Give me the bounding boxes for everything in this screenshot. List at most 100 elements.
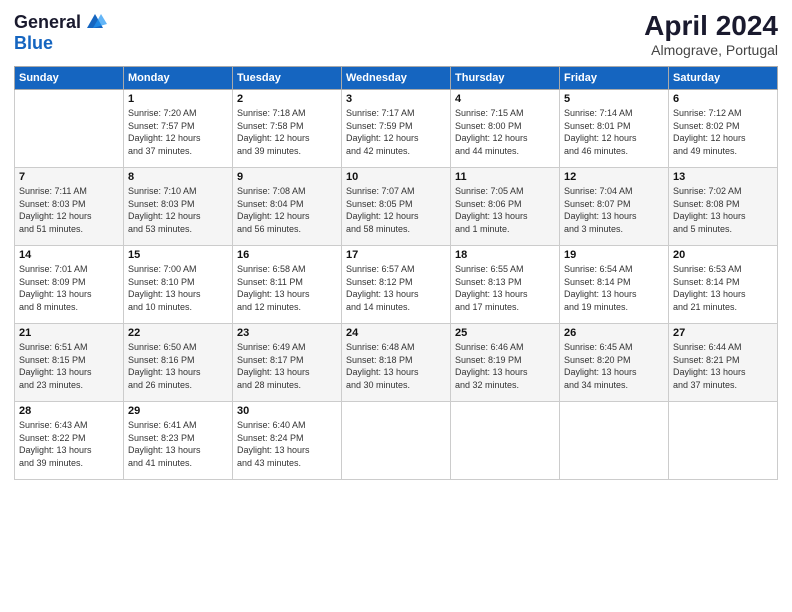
day-cell: 22 Sunrise: 6:50 AM Sunset: 8:16 PM Dayli…	[124, 324, 233, 402]
day-info: Sunrise: 6:54 AM Sunset: 8:14 PM Dayligh…	[564, 263, 664, 313]
day-number: 27	[673, 327, 773, 339]
day-number: 7	[19, 171, 119, 183]
day-cell	[451, 402, 560, 480]
day-cell: 11 Sunrise: 7:05 AM Sunset: 8:06 PM Dayli…	[451, 168, 560, 246]
logo-blue: Blue	[14, 33, 53, 53]
day-cell: 7 Sunrise: 7:11 AM Sunset: 8:03 PM Daylig…	[15, 168, 124, 246]
day-info: Sunrise: 7:00 AM Sunset: 8:10 PM Dayligh…	[128, 263, 228, 313]
day-number: 23	[237, 327, 337, 339]
day-info: Sunrise: 7:02 AM Sunset: 8:08 PM Dayligh…	[673, 185, 773, 235]
day-info: Sunrise: 7:15 AM Sunset: 8:00 PM Dayligh…	[455, 107, 555, 157]
day-info: Sunrise: 7:08 AM Sunset: 8:04 PM Dayligh…	[237, 185, 337, 235]
column-header-sunday: Sunday	[15, 67, 124, 90]
day-number: 21	[19, 327, 119, 339]
day-info: Sunrise: 7:18 AM Sunset: 7:58 PM Dayligh…	[237, 107, 337, 157]
day-number: 28	[19, 405, 119, 417]
day-cell: 18 Sunrise: 6:55 AM Sunset: 8:13 PM Dayli…	[451, 246, 560, 324]
day-number: 19	[564, 249, 664, 261]
day-number: 26	[564, 327, 664, 339]
day-info: Sunrise: 7:01 AM Sunset: 8:09 PM Dayligh…	[19, 263, 119, 313]
day-cell: 28Sunrise: 6:43 AM Sunset: 8:22 PM Dayli…	[15, 402, 124, 480]
main-title: April 2024	[644, 10, 778, 42]
day-number: 22	[128, 327, 228, 339]
day-number: 1	[128, 93, 228, 105]
day-number: 11	[455, 171, 555, 183]
column-header-tuesday: Tuesday	[233, 67, 342, 90]
day-cell: 8 Sunrise: 7:10 AM Sunset: 8:03 PM Daylig…	[124, 168, 233, 246]
day-cell: 23Sunrise: 6:49 AM Sunset: 8:17 PM Dayli…	[233, 324, 342, 402]
column-header-saturday: Saturday	[669, 67, 778, 90]
day-cell: 26 Sunrise: 6:45 AM Sunset: 8:20 PM Dayli…	[560, 324, 669, 402]
day-number: 17	[346, 249, 446, 261]
day-info: Sunrise: 6:45 AM Sunset: 8:20 PM Dayligh…	[564, 341, 664, 391]
day-number: 20	[673, 249, 773, 261]
day-cell: 15Sunrise: 7:00 AM Sunset: 8:10 PM Dayli…	[124, 246, 233, 324]
day-cell: 21 Sunrise: 6:51 AM Sunset: 8:15 PM Dayli…	[15, 324, 124, 402]
day-number: 12	[564, 171, 664, 183]
day-info: Sunrise: 7:11 AM Sunset: 8:03 PM Dayligh…	[19, 185, 119, 235]
day-cell	[15, 90, 124, 168]
column-header-friday: Friday	[560, 67, 669, 90]
day-cell: 24 Sunrise: 6:48 AM Sunset: 8:18 PM Dayli…	[342, 324, 451, 402]
day-cell: 29 Sunrise: 6:41 AM Sunset: 8:23 PM Dayli…	[124, 402, 233, 480]
day-info: Sunrise: 6:50 AM Sunset: 8:16 PM Dayligh…	[128, 341, 228, 391]
day-number: 14	[19, 249, 119, 261]
logo-icon	[83, 10, 107, 34]
day-info: Sunrise: 7:10 AM Sunset: 8:03 PM Dayligh…	[128, 185, 228, 235]
day-info: Sunrise: 7:07 AM Sunset: 8:05 PM Dayligh…	[346, 185, 446, 235]
day-info: Sunrise: 7:14 AM Sunset: 8:01 PM Dayligh…	[564, 107, 664, 157]
day-cell	[560, 402, 669, 480]
day-number: 8	[128, 171, 228, 183]
day-cell	[669, 402, 778, 480]
day-info: Sunrise: 6:46 AM Sunset: 8:19 PM Dayligh…	[455, 341, 555, 391]
day-info: Sunrise: 7:12 AM Sunset: 8:02 PM Dayligh…	[673, 107, 773, 157]
day-info: Sunrise: 7:20 AM Sunset: 7:57 PM Dayligh…	[128, 107, 228, 157]
day-cell: 9Sunrise: 7:08 AM Sunset: 8:04 PM Daylig…	[233, 168, 342, 246]
day-cell: 17 Sunrise: 6:57 AM Sunset: 8:12 PM Dayli…	[342, 246, 451, 324]
day-cell: 16Sunrise: 6:58 AM Sunset: 8:11 PM Dayli…	[233, 246, 342, 324]
day-cell: 25 Sunrise: 6:46 AM Sunset: 8:19 PM Dayli…	[451, 324, 560, 402]
day-cell: 13 Sunrise: 7:02 AM Sunset: 8:08 PM Dayli…	[669, 168, 778, 246]
week-row-5: 28Sunrise: 6:43 AM Sunset: 8:22 PM Dayli…	[15, 402, 778, 480]
day-info: Sunrise: 6:51 AM Sunset: 8:15 PM Dayligh…	[19, 341, 119, 391]
day-cell: 1 Sunrise: 7:20 AM Sunset: 7:57 PM Daylig…	[124, 90, 233, 168]
title-block: April 2024 Almograve, Portugal	[644, 10, 778, 58]
day-cell: 14 Sunrise: 7:01 AM Sunset: 8:09 PM Dayli…	[15, 246, 124, 324]
day-info: Sunrise: 6:55 AM Sunset: 8:13 PM Dayligh…	[455, 263, 555, 313]
day-number: 30	[237, 405, 337, 417]
day-number: 6	[673, 93, 773, 105]
day-info: Sunrise: 7:04 AM Sunset: 8:07 PM Dayligh…	[564, 185, 664, 235]
column-header-wednesday: Wednesday	[342, 67, 451, 90]
calendar-table: SundayMondayTuesdayWednesdayThursdayFrid…	[14, 66, 778, 480]
day-info: Sunrise: 6:57 AM Sunset: 8:12 PM Dayligh…	[346, 263, 446, 313]
day-cell: 3 Sunrise: 7:17 AM Sunset: 7:59 PM Daylig…	[342, 90, 451, 168]
day-cell: 19 Sunrise: 6:54 AM Sunset: 8:14 PM Dayli…	[560, 246, 669, 324]
day-cell: 12 Sunrise: 7:04 AM Sunset: 8:07 PM Dayli…	[560, 168, 669, 246]
subtitle: Almograve, Portugal	[644, 42, 778, 58]
logo: General Blue	[14, 10, 107, 54]
logo-general: General	[14, 13, 81, 31]
day-cell: 30Sunrise: 6:40 AM Sunset: 8:24 PM Dayli…	[233, 402, 342, 480]
day-info: Sunrise: 6:41 AM Sunset: 8:23 PM Dayligh…	[128, 419, 228, 469]
day-number: 18	[455, 249, 555, 261]
day-info: Sunrise: 7:05 AM Sunset: 8:06 PM Dayligh…	[455, 185, 555, 235]
column-header-thursday: Thursday	[451, 67, 560, 90]
day-number: 24	[346, 327, 446, 339]
day-cell: 5 Sunrise: 7:14 AM Sunset: 8:01 PM Daylig…	[560, 90, 669, 168]
week-row-2: 7 Sunrise: 7:11 AM Sunset: 8:03 PM Daylig…	[15, 168, 778, 246]
header: General Blue April 2024 Almograve, Portu…	[14, 10, 778, 58]
day-info: Sunrise: 7:17 AM Sunset: 7:59 PM Dayligh…	[346, 107, 446, 157]
week-row-3: 14 Sunrise: 7:01 AM Sunset: 8:09 PM Dayli…	[15, 246, 778, 324]
day-number: 29	[128, 405, 228, 417]
day-number: 3	[346, 93, 446, 105]
day-number: 25	[455, 327, 555, 339]
day-number: 10	[346, 171, 446, 183]
day-number: 5	[564, 93, 664, 105]
day-cell: 6 Sunrise: 7:12 AM Sunset: 8:02 PM Daylig…	[669, 90, 778, 168]
day-cell: 2Sunrise: 7:18 AM Sunset: 7:58 PM Daylig…	[233, 90, 342, 168]
day-cell	[342, 402, 451, 480]
day-number: 4	[455, 93, 555, 105]
day-cell: 10 Sunrise: 7:07 AM Sunset: 8:05 PM Dayli…	[342, 168, 451, 246]
day-number: 13	[673, 171, 773, 183]
day-info: Sunrise: 6:48 AM Sunset: 8:18 PM Dayligh…	[346, 341, 446, 391]
